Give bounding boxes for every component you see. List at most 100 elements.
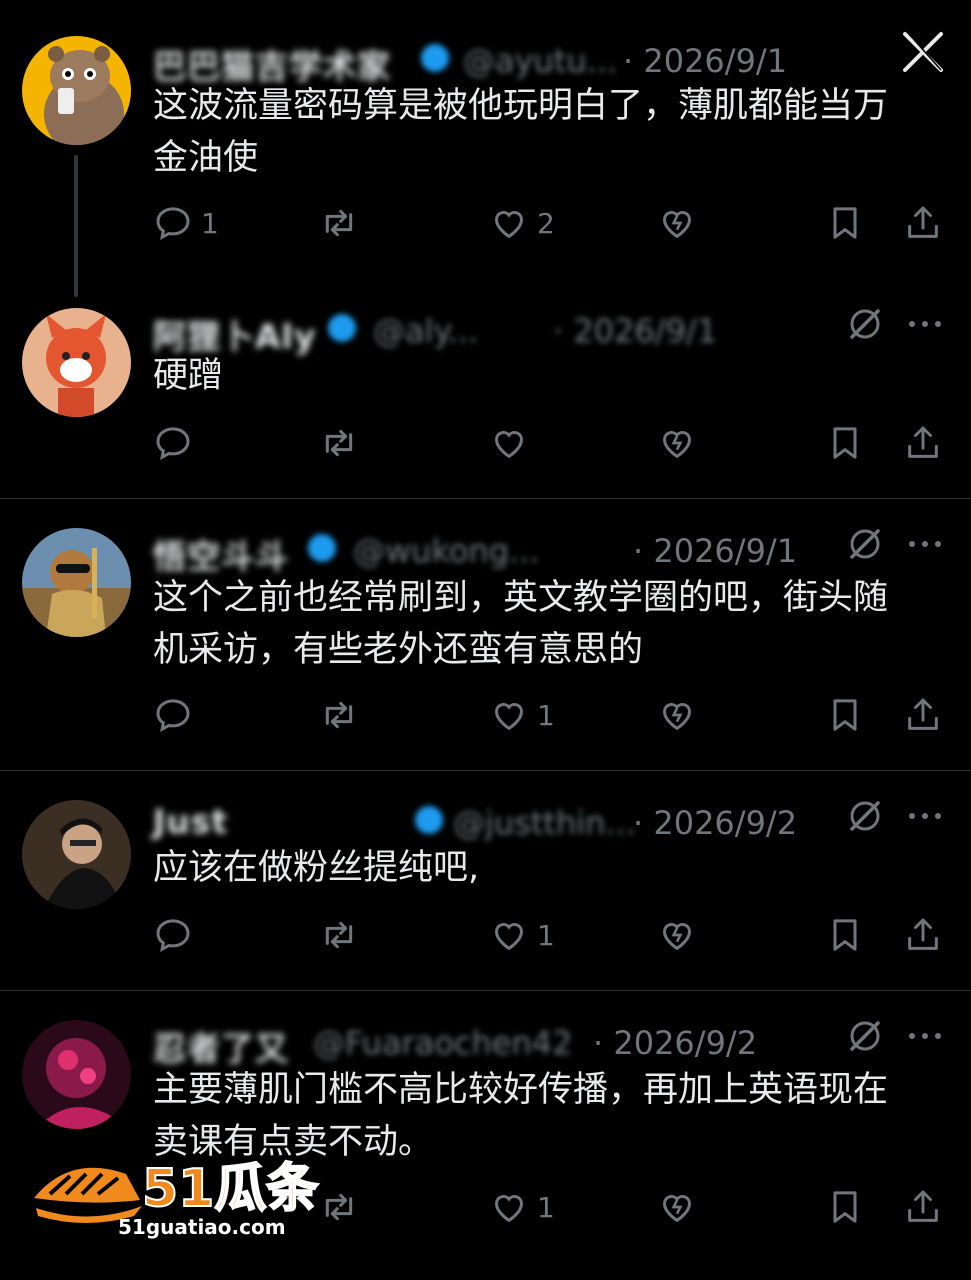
dislike-button[interactable] [657, 201, 697, 245]
repost-icon [325, 921, 353, 949]
author-handle[interactable]: @wukong... [353, 532, 540, 570]
broken-heart-icon [663, 703, 691, 731]
share-icon [908, 1190, 938, 1222]
broken-heart-icon [663, 923, 691, 951]
post-divider [0, 990, 971, 991]
reply-icon [156, 919, 190, 953]
avatar[interactable] [22, 308, 131, 417]
post-date[interactable]: · 2026/9/1 [553, 312, 717, 350]
dislike-button[interactable] [657, 421, 697, 465]
like-button[interactable] [489, 421, 529, 465]
post-actions: 1 [153, 913, 943, 957]
share-button[interactable] [903, 421, 943, 465]
dislike-button[interactable] [657, 693, 697, 737]
post-text: 这个之前也经常刷到，英文教学圈的吧，街头随 机采访，有些老外还蛮有意思的 [153, 572, 943, 676]
x-logo-icon[interactable] [901, 30, 945, 74]
bookmark-button[interactable] [825, 421, 865, 465]
like-count: 1 [537, 698, 555, 732]
repost-icon [325, 701, 353, 729]
grok-icon[interactable] [847, 798, 883, 834]
avatar[interactable] [22, 1020, 131, 1129]
grok-icon[interactable] [847, 526, 883, 562]
heart-icon [495, 431, 523, 459]
author-handle[interactable]: @justthin... [453, 804, 636, 842]
grok-icon[interactable] [847, 306, 883, 342]
post-1[interactable]: 巴巴猫吉学术家 @ayutu... · 2026/9/1 这波流量密码算是被他玩… [0, 30, 971, 260]
post-text-line: 主要薄肌门槛不高比较好传播，再加上英语现在 [153, 1070, 889, 1110]
post-2[interactable]: 阿狸卜Aly @aly... · 2026/9/1 硬蹭 [0, 300, 971, 500]
bookmark-button[interactable] [825, 1185, 865, 1229]
bookmark-icon [833, 699, 857, 731]
like-button[interactable]: 1 [489, 913, 555, 957]
author-name[interactable]: Just [153, 802, 228, 841]
like-button[interactable]: 2 [489, 201, 555, 245]
post-actions: 1 [153, 693, 943, 737]
post-text-line: 应该在做粉丝提纯吧, [153, 848, 480, 888]
post-header: 巴巴猫吉学术家 @ayutu... · 2026/9/1 [153, 36, 971, 86]
dislike-button[interactable] [657, 913, 697, 957]
bookmark-icon [833, 427, 857, 459]
heart-icon [495, 923, 523, 951]
verified-badge-icon [328, 314, 356, 342]
reply-icon [156, 427, 190, 461]
bookmark-button[interactable] [825, 913, 865, 957]
repost-button[interactable] [319, 693, 359, 737]
post-text-line: 机采访，有些老外还蛮有意思的 [153, 630, 644, 670]
post-actions [153, 421, 943, 465]
post-date[interactable]: · 2026/9/2 [633, 804, 797, 842]
more-options-icon[interactable] [905, 306, 945, 342]
reply-button[interactable] [153, 421, 193, 465]
post-date[interactable]: · 2026/9/2 [593, 1024, 757, 1062]
more-options-icon[interactable] [905, 1018, 945, 1054]
reply-icon [156, 207, 190, 241]
bookmark-button[interactable] [825, 201, 865, 245]
author-handle[interactable]: @ayutu... [463, 42, 617, 80]
heart-icon [495, 1195, 523, 1223]
more-options-icon[interactable] [905, 798, 945, 834]
author-name[interactable]: 悟空斗斗 [153, 530, 289, 578]
avatar[interactable] [22, 528, 131, 637]
like-button[interactable]: 1 [489, 693, 555, 737]
share-icon [908, 206, 938, 238]
reply-button[interactable]: 1 [153, 201, 219, 245]
share-button[interactable] [903, 1185, 943, 1229]
post-text: 这波流量密码算是被他玩明白了，薄肌都能当万 金油使 [153, 80, 943, 184]
avatar[interactable] [22, 800, 131, 909]
post-date[interactable]: · 2026/9/1 [633, 532, 797, 570]
like-count: 2 [537, 206, 555, 240]
reply-button[interactable] [153, 913, 193, 957]
share-icon [908, 426, 938, 458]
bookmark-icon [833, 919, 857, 951]
like-button[interactable]: 1 [489, 1185, 555, 1229]
post-text-line: 金油使 [153, 138, 259, 178]
repost-button[interactable] [319, 421, 359, 465]
post-3[interactable]: 悟空斗斗 @wukong... · 2026/9/1 这个之前也经常刷到，英文教… [0, 520, 971, 770]
like-count: 1 [537, 918, 555, 952]
post-actions: 1 2 [153, 201, 943, 245]
post-text-line: 硬蹭 [153, 356, 224, 396]
share-button[interactable] [903, 201, 943, 245]
post-text-line: 这波流量密码算是被他玩明白了，薄肌都能当万 [153, 86, 889, 126]
share-button[interactable] [903, 693, 943, 737]
share-icon [908, 698, 938, 730]
repost-button[interactable] [319, 201, 367, 245]
repost-icon [325, 429, 353, 457]
dislike-button[interactable] [657, 1185, 697, 1229]
reply-button[interactable] [153, 693, 193, 737]
repost-button[interactable] [319, 913, 359, 957]
author-handle[interactable]: @Fuaraochen42 [313, 1024, 572, 1062]
heart-icon [495, 211, 523, 239]
share-button[interactable] [903, 913, 943, 957]
bookmark-button[interactable] [825, 693, 865, 737]
verified-badge-icon [308, 534, 336, 562]
author-handle[interactable]: @aly... [373, 312, 478, 350]
post-date[interactable]: · 2026/9/1 [623, 42, 787, 80]
reply-count: 1 [201, 206, 219, 240]
author-name[interactable]: 忍者了又 [153, 1022, 289, 1070]
avatar[interactable] [22, 36, 131, 145]
more-options-icon[interactable] [905, 526, 945, 562]
post-4[interactable]: Just @justthin... · 2026/9/2 应该在做粉丝提纯吧, … [0, 792, 971, 992]
broken-heart-icon [663, 1195, 691, 1223]
verified-badge-icon [415, 806, 443, 834]
grok-icon[interactable] [847, 1018, 883, 1054]
